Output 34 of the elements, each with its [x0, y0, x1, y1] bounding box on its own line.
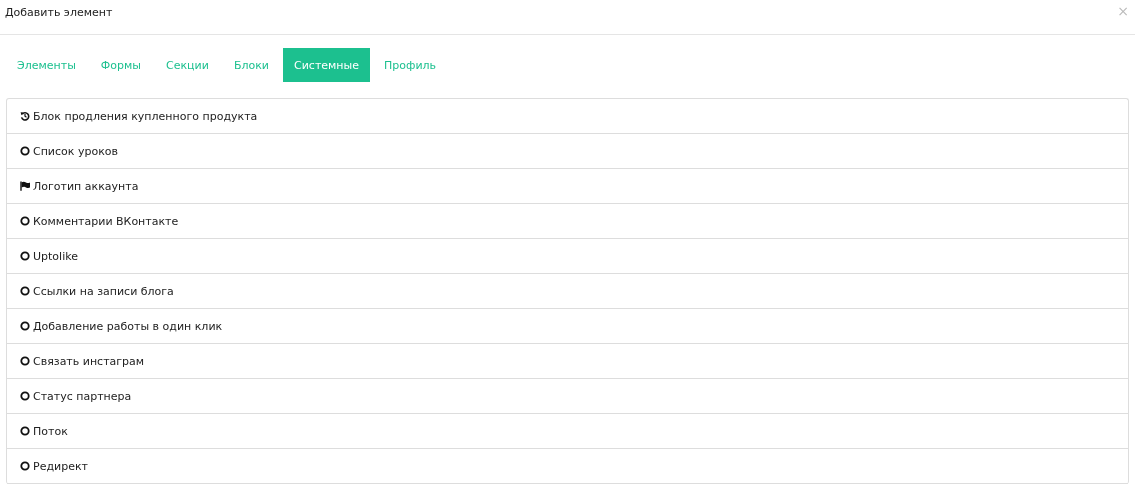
item-label: Uptolike	[33, 249, 78, 263]
item-label: Редирект	[33, 459, 88, 473]
item-label: Статус партнера	[33, 389, 132, 403]
flag-icon	[20, 181, 30, 191]
circle-icon	[20, 391, 30, 401]
list-item[interactable]: Ссылки на записи блога	[7, 274, 1128, 309]
circle-icon	[20, 251, 30, 261]
list-item[interactable]: Список уроков	[7, 134, 1128, 169]
circle-icon	[20, 461, 30, 471]
item-label: Комментарии ВКонтакте	[33, 214, 179, 228]
list-item[interactable]: Комментарии ВКонтакте	[7, 204, 1128, 239]
circle-icon	[20, 286, 30, 296]
list-item[interactable]: Логотип аккаунта	[7, 169, 1128, 204]
item-label: Поток	[33, 424, 68, 438]
list-item[interactable]: Блок продления купленного продукта	[7, 99, 1128, 134]
item-label: Связать инстаграм	[33, 354, 145, 368]
circle-icon	[20, 146, 30, 156]
history-icon	[20, 111, 30, 121]
item-label: Блок продления купленного продукта	[33, 109, 258, 123]
circle-icon	[20, 321, 30, 331]
list-item[interactable]: Статус партнера	[7, 379, 1128, 414]
circle-icon	[20, 426, 30, 436]
circle-icon	[20, 216, 30, 226]
list-item[interactable]: Связать инстаграм	[7, 344, 1128, 379]
item-label: Логотип аккаунта	[33, 179, 139, 193]
item-label: Ссылки на записи блога	[33, 284, 174, 298]
dialog-title: Добавить элемент	[5, 6, 113, 19]
item-label: Список уроков	[33, 144, 119, 158]
list-item[interactable]: Редирект	[7, 449, 1128, 484]
item-label: Добавление работы в один клик	[33, 319, 223, 333]
list-item[interactable]: Добавление работы в один клик	[7, 309, 1128, 344]
circle-icon	[20, 356, 30, 366]
list-item[interactable]: Поток	[7, 414, 1128, 449]
list-item[interactable]: Uptolike	[7, 239, 1128, 274]
